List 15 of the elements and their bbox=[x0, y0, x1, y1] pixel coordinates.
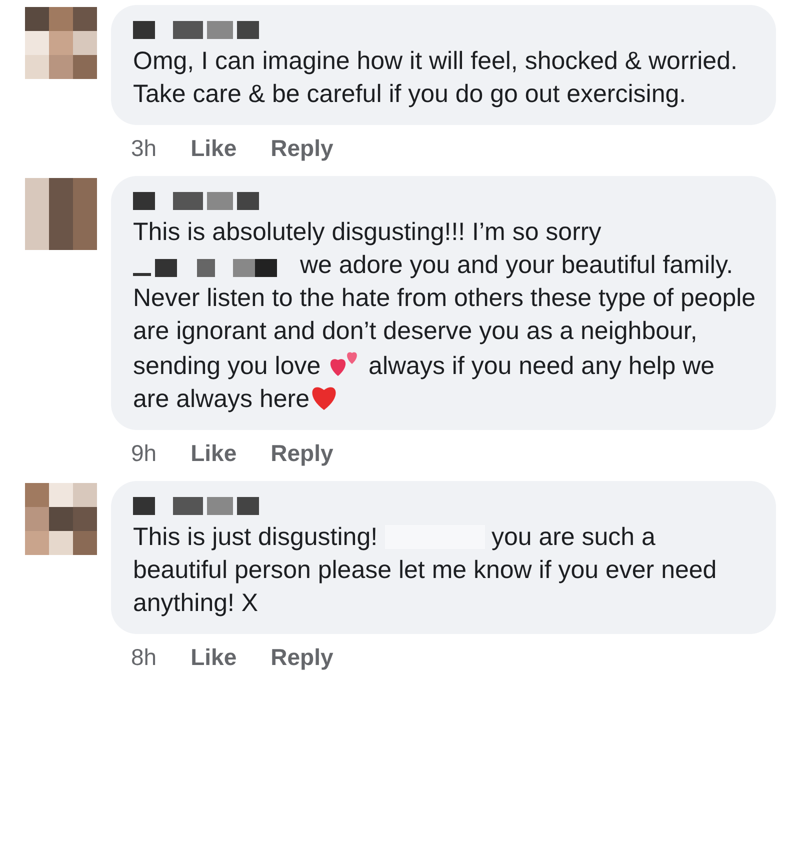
comment-action-link[interactable]: Reply bbox=[270, 644, 334, 671]
comment-action-link[interactable]: Like bbox=[190, 644, 237, 671]
comment-action-link[interactable]: Reply bbox=[270, 440, 334, 467]
comment-text: Omg, I can imagine how it will feel, shocked & worried. Take care & be careful if you do go out exercising. bbox=[133, 46, 738, 110]
comment-text: This is absolutely disgusting!!! I’m so sorry we adore you and your beautiful family. Never listen to the hate from others these type of people are ignorant and don’t deserve you as a neighbour, sending you love always if you need any help we are always here bbox=[133, 217, 756, 415]
comment-text: This is just disgusting! you are such a beautiful person please let me know if you ever need anything! X bbox=[133, 522, 718, 619]
comment-action-link[interactable]: Like bbox=[190, 135, 237, 162]
comment-action-link[interactable]: Reply bbox=[270, 135, 334, 162]
comment-time: 8h bbox=[131, 644, 157, 671]
pixelated-avatar bbox=[25, 178, 97, 250]
pixelated-avatar bbox=[25, 7, 97, 79]
pixelated-avatar bbox=[25, 483, 97, 555]
comment-time: 9h bbox=[131, 440, 157, 467]
comment-time: 3h bbox=[131, 135, 157, 162]
comment-action-link[interactable]: Like bbox=[190, 440, 237, 467]
